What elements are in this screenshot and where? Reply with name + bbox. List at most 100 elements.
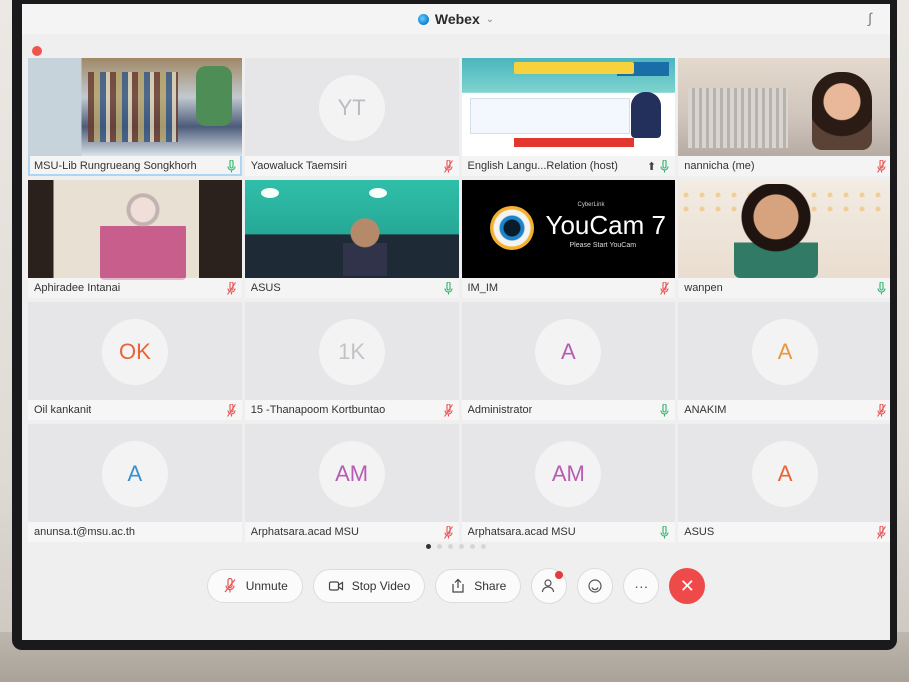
participant-status [226,403,236,417]
participant-name-bar: IM_IM [461,278,676,298]
more-options-button[interactable]: ··· [623,568,660,604]
participant-tile[interactable]: Aanunsa.t@msu.ac.th [28,424,242,542]
participant-tile[interactable]: CyberLink YouCam 7 Please Start YouCam IM_I… [461,180,676,298]
stop-video-button[interactable]: Stop Video [312,569,426,603]
chevron-down-icon: ⌄ [485,13,495,25]
participant-video [244,180,459,278]
participant-status [877,403,886,417]
participant-name-bar: ASUS [678,522,890,542]
participant-status [443,159,453,173]
page-dot[interactable] [470,544,475,549]
ceiling-lamp-graphic [368,188,387,198]
page-dot[interactable] [426,544,431,549]
participant-tile[interactable]: English Langu...Relation (host) ⬆ [461,58,676,176]
participant-tile[interactable]: AM Arphatsara.acad MSU [461,424,676,542]
participant-name-bar: Oil kankanit [28,400,242,420]
unmute-button[interactable]: Unmute [206,569,303,603]
participant-avatar: YT [318,74,385,141]
banner-headline [513,62,634,74]
banner-date-strip [513,138,634,147]
participant-status [443,281,453,295]
participant-avatar: OK [101,318,168,385]
participant-tile[interactable]: ASUS [244,180,459,298]
plant-graphic [195,66,232,126]
more-icon: ··· [634,578,649,594]
microphone-muted-icon [877,159,886,173]
page-dot[interactable] [481,544,486,549]
participant-name: nannicha (me) [684,160,755,172]
participant-tile[interactable]: nannicha (me) [678,58,890,176]
microphone-muted-icon [443,525,453,539]
participant-name: IM_IM [467,282,499,294]
avatar-initials: AM [551,460,585,486]
participant-video [461,58,676,156]
youcam-title: YouCam 7 [545,210,666,240]
participant-name: Oil kankanit [34,404,92,416]
participant-tile[interactable]: AM Arphatsara.acad MSU [244,424,459,542]
video-camera-icon [328,581,343,591]
participant-tile[interactable]: 1K 15 -Thanapoom Kortbuntao [244,302,459,420]
close-icon: ✕ [679,575,695,596]
participant-avatar: A [101,440,168,507]
microphone-icon [660,159,669,173]
participant-name: MSU-Lib Rungrueang Songkhorh [34,160,197,172]
participant-name: wanpen [684,282,723,294]
participant-video [28,58,242,156]
unmute-label: Unmute [245,579,288,593]
reactions-button[interactable] [577,568,614,604]
microphone-muted-icon [224,578,236,593]
banner-body [469,98,630,134]
microphone-icon [443,281,453,295]
page-dot[interactable] [459,544,464,549]
participant-status [226,281,236,295]
avatar-initials: A [561,338,576,364]
participant-name-bar: Arphatsara.acad MSU [461,522,676,542]
participant-status [877,159,886,173]
participant-tile[interactable]: A Administrator [461,302,676,420]
microphone-muted-icon [877,525,886,539]
participant-status [227,159,236,173]
participant-tile[interactable]: YT Yaowaluck Taemsiri [244,58,459,176]
participant-tile[interactable]: OK Oil kankanit [28,302,242,420]
recording-indicator-icon [32,46,42,56]
share-button[interactable]: Share [435,569,522,603]
youcam-logo-icon [489,206,534,250]
participant-name-bar: wanpen [678,278,890,298]
participant-tile[interactable]: Aphiradee Intanai [28,180,242,298]
participant-name: Aphiradee Intanai [34,282,121,294]
person-graphic [812,72,872,150]
participant-tile[interactable]: A ASUS [678,424,890,542]
meeting-controls: Unmute Stop Video Share ··· ✕ [22,568,890,604]
participant-name: Arphatsara.acad MSU [467,526,576,538]
youcam-subtitle: Please Start YouCam [569,242,637,249]
avatar-initials: A [777,460,793,486]
notification-badge [555,571,564,579]
participant-name: Administrator [467,404,533,416]
participants-button[interactable] [531,568,568,604]
avatar-initials: AM [335,460,369,486]
participant-name: ANAKIM [684,404,727,416]
participant-tile[interactable]: wanpen [678,180,890,298]
microphone-muted-icon [443,403,453,417]
sharing-icon: ⬆ [647,160,657,173]
participant-status [660,525,669,539]
webex-screen: Webex ⌄ ∫ MSU-Lib Rungrueang Songkhorh YT… [22,4,890,640]
participant-video [28,180,242,280]
participant-name: ASUS [250,282,281,294]
participant-name: ASUS [684,526,715,538]
page-dot[interactable] [437,544,442,549]
page-indicator[interactable] [22,544,890,549]
participant-name: anunsa.t@msu.ac.th [34,526,136,538]
microphone-muted-icon [660,281,670,295]
page-dot[interactable] [448,544,453,549]
participant-avatar: AM [318,440,385,507]
participant-tile[interactable]: MSU-Lib Rungrueang Songkhorh [28,58,242,176]
webex-logo-icon [417,13,429,25]
app-title-dropdown[interactable]: Webex ⌄ [417,11,495,27]
ceiling-lamp-graphic [260,188,279,198]
leave-meeting-button[interactable]: ✕ [669,568,706,604]
participant-status [660,403,669,417]
participant-name-bar: ANAKIM [678,400,890,420]
participant-name-bar: ASUS [244,278,459,298]
participant-tile[interactable]: A ANAKIM [678,302,890,420]
